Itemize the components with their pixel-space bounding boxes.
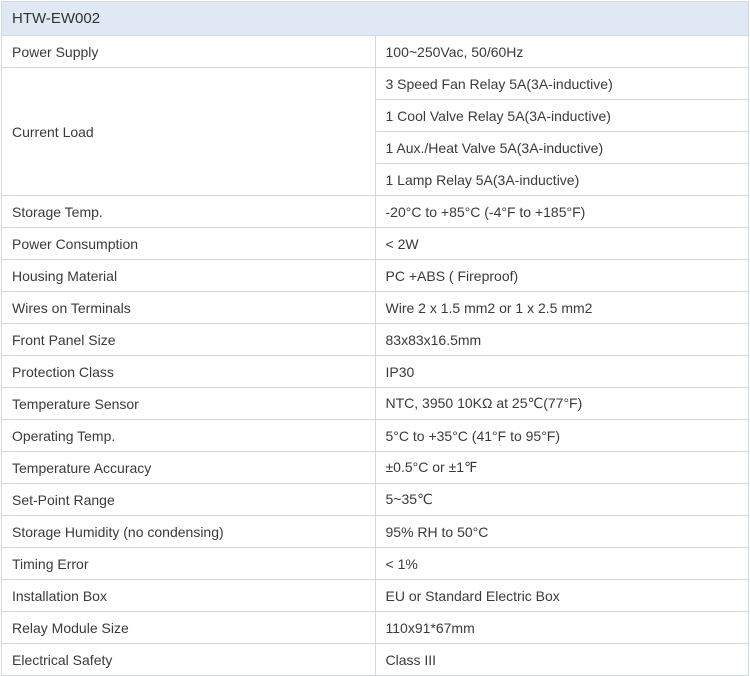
table-row: Storage Humidity (no condensing) 95% RH t… — [1, 515, 749, 548]
table-row: Protection Class IP30 — [1, 355, 749, 388]
spec-label: Operating Temp. — [1, 419, 376, 452]
spec-value: EU or Standard Electric Box — [374, 579, 749, 612]
spec-value: Class III — [374, 643, 749, 676]
spec-label: Wires on Terminals — [1, 291, 376, 324]
spec-table-body: HTW-EW002 Power Supply 100~250Vac, 50/60H… — [1, 1, 749, 676]
spec-value: PC +ABS ( Fireproof) — [374, 259, 749, 292]
spec-value: 100~250Vac, 50/60Hz — [374, 35, 749, 68]
table-row: Wires on Terminals Wire 2 x 1.5 mm2 or 1 … — [1, 291, 749, 324]
spec-value: 1 Aux./Heat Valve 5A(3A-inductive) — [374, 131, 749, 164]
spec-label: Power Consumption — [1, 227, 376, 260]
table-row: Current Load 3 Speed Fan Relay 5A(3A-indu… — [1, 67, 749, 196]
spec-value: NTC, 3950 10KΩ at 25℃(77°F) — [374, 387, 749, 420]
spec-value: 5°C to +35°C (41°F to 95°F) — [374, 419, 749, 452]
table-row: Temperature Accuracy ±0.5°C or ±1℉ — [1, 451, 749, 484]
spec-label: Protection Class — [1, 355, 376, 388]
spec-label: Temperature Accuracy — [1, 451, 376, 484]
spec-label: Housing Material — [1, 259, 376, 292]
spec-value: < 1% — [374, 547, 749, 580]
table-row: Power Consumption < 2W — [1, 227, 749, 260]
table-row: Set-Point Range 5~35℃ — [1, 483, 749, 516]
table-row: Installation Box EU or Standard Electric … — [1, 579, 749, 612]
table-row: Relay Module Size 110x91*67mm — [1, 611, 749, 644]
table-header-row: HTW-EW002 — [1, 1, 749, 36]
table-row: Power Supply 100~250Vac, 50/60Hz — [1, 35, 749, 68]
spec-value: Wire 2 x 1.5 mm2 or 1 x 2.5 mm2 — [374, 291, 749, 324]
spec-label: Relay Module Size — [1, 611, 376, 644]
spec-label: Installation Box — [1, 579, 376, 612]
spec-label: Front Panel Size — [1, 323, 376, 356]
table-row: Temperature Sensor NTC, 3950 10KΩ at 25℃(… — [1, 387, 749, 420]
spec-label: Power Supply — [1, 35, 376, 68]
spec-value: IP30 — [374, 355, 749, 388]
spec-value: 83x83x16.5mm — [374, 323, 749, 356]
spec-value: 1 Cool Valve Relay 5A(3A-inductive) — [374, 99, 749, 132]
spec-label: Timing Error — [1, 547, 376, 580]
table-title: HTW-EW002 — [1, 1, 749, 36]
table-row: Front Panel Size 83x83x16.5mm — [1, 323, 749, 356]
spec-value: 95% RH to 50°C — [374, 515, 749, 548]
table-row: Operating Temp. 5°C to +35°C (41°F to 95°… — [1, 419, 749, 452]
spec-value: < 2W — [374, 227, 749, 260]
spec-label: Set-Point Range — [1, 483, 376, 516]
spec-value: 3 Speed Fan Relay 5A(3A-inductive) — [374, 67, 749, 100]
table-row: Storage Temp. -20°C to +85°C (-4°F to +18… — [1, 195, 749, 228]
table-row: Electrical Safety Class III — [1, 643, 749, 676]
spec-label: Temperature Sensor — [1, 387, 376, 420]
spec-table: HTW-EW002 Power Supply 100~250Vac, 50/60H… — [1, 1, 749, 676]
spec-value: -20°C to +85°C (-4°F to +185°F) — [374, 195, 749, 228]
spec-value: 5~35℃ — [374, 483, 749, 516]
spec-label: Storage Humidity (no condensing) — [1, 515, 376, 548]
spec-label: Storage Temp. — [1, 195, 376, 228]
table-row: Housing Material PC +ABS ( Fireproof) — [1, 259, 749, 292]
spec-value: 110x91*67mm — [374, 611, 749, 644]
spec-value: 1 Lamp Relay 5A(3A-inductive) — [374, 163, 749, 196]
table-row: Timing Error < 1% — [1, 547, 749, 580]
spec-label: Electrical Safety — [1, 643, 376, 676]
spec-value: ±0.5°C or ±1℉ — [374, 451, 749, 484]
spec-label: Current Load — [1, 67, 376, 196]
